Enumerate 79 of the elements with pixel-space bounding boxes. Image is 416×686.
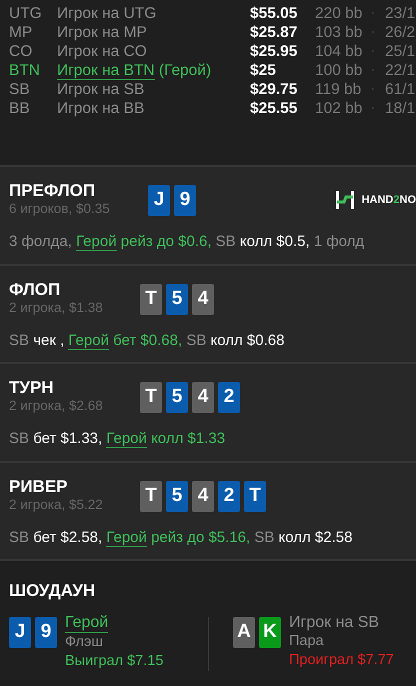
- logo: HAND2NO: [334, 189, 416, 211]
- hand-combination: Пара: [289, 632, 325, 651]
- player-position: MP: [9, 23, 34, 42]
- street-subtitle: 2 игрока, $5.22: [9, 496, 104, 512]
- player-name: Игрок на BB: [57, 99, 146, 118]
- showdown-title: ШОУДАУН: [9, 581, 96, 601]
- player-stat: 61/1: [385, 80, 416, 99]
- player-stat: 18/1: [385, 99, 416, 118]
- hand-result: Проиграл $7.77: [289, 651, 394, 670]
- hand-combination: Флэш: [65, 633, 104, 652]
- separator-dot: ·: [371, 44, 376, 59]
- player-stat: 23/1: [385, 4, 416, 23]
- separator-dot: ·: [371, 82, 376, 97]
- playing-card: 4: [192, 382, 214, 413]
- player-name: Игрок на SB: [57, 80, 146, 99]
- playing-card: 2: [218, 480, 240, 512]
- hero-link[interactable]: Герой: [106, 430, 147, 448]
- player-position: BB: [9, 99, 31, 118]
- street-subtitle: 6 игроков, $0.35: [9, 201, 111, 217]
- stack-bb: 104 bb: [315, 42, 364, 61]
- player-position: UTG: [9, 4, 43, 23]
- player-position: SB: [9, 80, 31, 99]
- playing-card: 5: [166, 284, 188, 314]
- hand-result: Выиграл $7.15: [65, 652, 164, 671]
- stack-amount: $25.87: [250, 23, 298, 42]
- stack-amount: $55.05: [250, 4, 298, 23]
- playing-card: T: [140, 284, 162, 314]
- stack-amount: $25: [250, 61, 277, 80]
- stack-bb: 100 bb: [315, 61, 364, 80]
- playing-card: J: [148, 185, 170, 216]
- playing-card: 4: [192, 480, 214, 512]
- playing-card: 9: [174, 185, 196, 216]
- hero-link[interactable]: Герой: [76, 233, 117, 251]
- stack-bb: 102 bb: [315, 99, 364, 118]
- street-title: ПРЕФЛОП: [9, 181, 96, 201]
- action-line: SB бет $2.58, Герой рейз до $5.16, SB колл $2.58: [9, 528, 354, 548]
- playing-card: T: [244, 480, 266, 512]
- hero-link[interactable]: Герой: [68, 332, 109, 350]
- street-subtitle: 2 игрока, $1.38: [9, 300, 104, 316]
- player-stat: 22/1: [385, 61, 416, 80]
- playing-card: J: [9, 617, 31, 648]
- player-stat: 26/2: [385, 23, 416, 42]
- separator-dot: ·: [371, 63, 376, 78]
- player-stat: 25/1: [385, 42, 416, 61]
- playing-card: K: [259, 617, 281, 648]
- stack-bb: 220 bb: [315, 4, 364, 23]
- playing-card: T: [140, 382, 162, 413]
- player-link[interactable]: Герой: [65, 613, 108, 633]
- player-link[interactable]: Игрок на BTN: [57, 62, 155, 80]
- player-name: Игрок на MP: [57, 23, 148, 42]
- playing-card: 4: [192, 284, 214, 314]
- hero-link[interactable]: Герой: [106, 528, 147, 546]
- action-line: SB чек , Герой бет $0.68, SB колл $0.68: [9, 330, 286, 352]
- player-name: Игрок на UTG: [57, 4, 158, 23]
- action-line: 3 фолда, Герой рейз до $0.6, SB колл $0.5, 1 фолд: [9, 232, 366, 253]
- playing-card: 9: [35, 617, 57, 648]
- separator-dot: ·: [371, 6, 376, 21]
- stack-bb: 103 bb: [315, 23, 364, 42]
- player-name: Игрок на SB: [289, 613, 380, 632]
- street-title: ФЛОП: [9, 280, 62, 300]
- action-line: SB бет $1.33, Герой колл $1.33: [9, 429, 226, 450]
- player-position: BTN: [9, 61, 41, 80]
- playing-card: 5: [166, 382, 188, 413]
- stack-amount: $25.95: [250, 42, 298, 61]
- playing-card: 5: [166, 480, 188, 512]
- stack-bb: 119 bb: [315, 80, 362, 99]
- playing-card: 2: [218, 382, 240, 413]
- separator-dot: ·: [371, 101, 376, 116]
- separator-dot: ·: [371, 25, 376, 40]
- stack-amount: $25.55: [250, 99, 298, 118]
- street-subtitle: 2 игрока, $2.68: [9, 398, 104, 414]
- playing-card: A: [233, 617, 255, 648]
- player-name: Игрок на CO: [57, 42, 148, 61]
- street-title: РИВЕР: [9, 476, 69, 496]
- hero-tag: (Герой): [158, 62, 212, 79]
- player-position: CO: [9, 42, 34, 61]
- street-title: ТУРН: [9, 378, 55, 398]
- playing-card: T: [140, 480, 162, 512]
- stack-amount: $29.75: [250, 80, 298, 99]
